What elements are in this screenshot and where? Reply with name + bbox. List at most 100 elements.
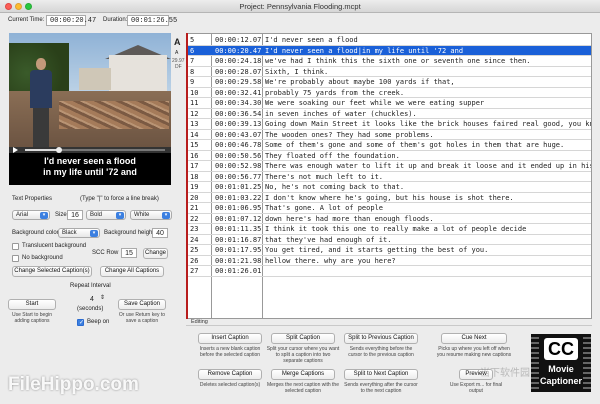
caption-text[interactable]: You get tired, and it starts getting the…	[265, 245, 488, 255]
caption-time[interactable]: 00:00:46.78	[215, 140, 261, 150]
table-row[interactable]: 13 00:00:39.13 Going down Main Street it l…	[187, 119, 591, 130]
caption-time[interactable]: 00:01:21.98	[215, 256, 261, 266]
table-row[interactable]: 10 00:00:32.41 probably 75 yards from the …	[187, 88, 591, 98]
caption-text[interactable]: That's gone. A lot of people	[265, 203, 383, 213]
caption-text[interactable]: I'd never seen a flood|in my life until …	[265, 46, 463, 56]
table-row[interactable]: 18 00:00:56.77 There's not much left to it…	[187, 172, 591, 182]
table-row[interactable]: 25 00:01:17.95 You get tired, and it start…	[187, 245, 591, 256]
table-row[interactable]: 27 00:01:26.01	[187, 266, 591, 277]
size-field[interactable]: 16	[67, 210, 83, 220]
caption-text[interactable]: hellow there. why are you here?	[265, 256, 396, 266]
merge-captions-button[interactable]: Merge Captions	[271, 369, 335, 380]
caption-time[interactable]: 00:00:34.30	[215, 98, 261, 108]
table-row[interactable]: 21 00:01:06.95 That's gone. A lot of peopl…	[187, 203, 591, 214]
caption-text[interactable]: I think it took this one to really make …	[265, 224, 526, 234]
table-row[interactable]: 9 00:00:29.58 We're probably about maybe 1…	[187, 77, 591, 88]
caption-text[interactable]: in seven inches of water (chuckles).	[265, 109, 417, 119]
repeat-stepper-icon[interactable]: ⇕	[100, 294, 105, 301]
table-row[interactable]: 17 00:00:52.98 There was enough water to l…	[187, 161, 591, 172]
caption-text[interactable]: The wooden ones? They had some problems.	[265, 130, 434, 140]
bg-height-field[interactable]: 40	[152, 228, 168, 238]
table-row[interactable]: 8 00:00:28.07 Sixth, I think.	[187, 67, 591, 77]
table-row[interactable]: 15 00:00:46.78 Some of them's gone and som…	[187, 140, 591, 151]
caption-time[interactable]: 00:00:12.07	[215, 35, 261, 45]
caption-text[interactable]: I don't know where he's going, but his h…	[265, 193, 514, 203]
caption-time[interactable]: 00:00:52.98	[215, 161, 261, 171]
split-previous-button[interactable]: Split to Previous Caption	[344, 333, 418, 344]
caption-text[interactable]: down here's had more than enough floods.	[265, 214, 434, 224]
video-preview[interactable]	[9, 33, 171, 147]
table-row[interactable]: 14 00:00:43.07 The wooden ones? They had s…	[187, 130, 591, 140]
caption-time[interactable]: 00:00:39.13	[215, 119, 261, 129]
insert-caption-button[interactable]: Insert Caption	[198, 333, 262, 344]
table-row[interactable]: 23 00:01:11.35 I think it took this one to…	[187, 224, 591, 235]
table-row[interactable]: 11 00:00:34.30 We were soaking our feet wh…	[187, 98, 591, 109]
caption-time[interactable]: 00:01:01.25	[215, 182, 261, 192]
table-row[interactable]: 16 00:00:50.56 They floated off the founda…	[187, 151, 591, 161]
caption-text[interactable]: Going down Main Street it looks like the…	[265, 119, 591, 129]
change-button[interactable]: Change	[143, 248, 168, 259]
caption-text[interactable]: probably 75 yards from the creek.	[265, 88, 404, 98]
caption-time[interactable]: 00:00:32.41	[215, 88, 261, 98]
caption-time[interactable]: 00:00:29.58	[215, 77, 261, 87]
decrease-text-icon[interactable]: A	[175, 50, 178, 56]
table-row[interactable]: 20 00:01:03.22 I don't know where he's goi…	[187, 193, 591, 203]
caption-time[interactable]: 00:01:06.95	[215, 203, 261, 213]
caption-text[interactable]: There was enough water to lift it up and…	[265, 161, 591, 171]
captions-table[interactable]: 5 00:00:12.07 I'd never seen a flood 6 00:00…	[186, 33, 592, 319]
remove-caption-button[interactable]: Remove Caption	[198, 369, 262, 380]
table-row[interactable]: 6 00:00:20.47 I'd never seen a flood|in my…	[187, 45, 591, 56]
text-color-select[interactable]: White ▾	[130, 210, 172, 220]
caption-text[interactable]: We're probably about maybe 100 yards if …	[265, 77, 455, 87]
caption-text[interactable]: we've had I think this the sixth one or …	[265, 56, 531, 66]
caption-text[interactable]: They floated off the foundation.	[265, 151, 400, 161]
change-all-button[interactable]: Change All Captions	[100, 266, 164, 277]
caption-time[interactable]: 00:01:11.35	[215, 224, 261, 234]
caption-text[interactable]: I'd never seen a flood	[265, 35, 358, 45]
beep-on-checkbox[interactable]	[77, 319, 84, 326]
caption-time[interactable]: 00:01:16.87	[215, 235, 261, 245]
logo-line-2: Captioner	[539, 376, 582, 386]
no-background-checkbox[interactable]	[12, 255, 19, 262]
table-row[interactable]: 24 00:01:16.87 that they've had enough of …	[187, 235, 591, 245]
line-break-hint: (Type "|" to force a line break)	[80, 196, 159, 202]
caption-text[interactable]: Some of them's gone and some of them's g…	[265, 140, 564, 150]
caption-time[interactable]: 00:00:43.07	[215, 130, 261, 140]
title-bar: Project: Pennsylvania Flooding.mcpt	[0, 0, 600, 13]
table-row[interactable]: 19 00:01:01.25 No, he's not coming back to…	[187, 182, 591, 193]
change-selected-button[interactable]: Change Selected Caption(s)	[12, 266, 92, 277]
caption-text[interactable]: There's not much left to it.	[265, 172, 383, 182]
start-button[interactable]: Start	[8, 299, 56, 310]
table-row[interactable]: 12 00:00:36.54 in seven inches of water (c…	[187, 109, 591, 119]
caption-time[interactable]: 00:01:07.12	[215, 214, 261, 224]
translucent-checkbox[interactable]	[12, 243, 19, 250]
caption-time[interactable]: 00:00:50.56	[215, 151, 261, 161]
caption-text[interactable]: Sixth, I think.	[265, 67, 328, 77]
split-next-button[interactable]: Split to Next Caption	[344, 369, 418, 380]
save-caption-button[interactable]: Save Caption	[118, 299, 166, 310]
table-row[interactable]: 7 00:00:24.18 we've had I think this the s…	[187, 56, 591, 67]
caption-time[interactable]: 00:00:36.54	[215, 109, 261, 119]
caption-time[interactable]: 00:00:28.07	[215, 67, 261, 77]
caption-time[interactable]: 00:01:26.01	[215, 266, 261, 276]
table-row[interactable]: 22 00:01:07.12 down here's had more than …	[187, 214, 591, 224]
caption-time[interactable]: 00:01:17.95	[215, 245, 261, 255]
scc-row-field[interactable]: 15	[121, 248, 137, 258]
caption-text[interactable]: No, he's not coming back to that.	[265, 182, 404, 192]
table-row[interactable]: 5 00:00:12.07 I'd never seen a flood	[187, 35, 591, 46]
bg-color-select[interactable]: Black ▾	[58, 228, 100, 238]
font-select[interactable]: Arial ▾	[12, 210, 50, 220]
beep-on-label: Beep on	[87, 319, 110, 325]
caption-time[interactable]: 00:00:20.47	[215, 46, 261, 56]
repeat-interval-value[interactable]: 4	[86, 295, 98, 305]
cue-next-button[interactable]: Cue Next	[441, 333, 507, 344]
increase-text-icon[interactable]: A	[174, 37, 181, 47]
caption-time[interactable]: 00:00:24.18	[215, 56, 261, 66]
weight-select[interactable]: Bold ▾	[86, 210, 126, 220]
caption-text[interactable]: We were soaking our feet while we were e…	[265, 98, 484, 108]
caption-text[interactable]: that they've had enough of it.	[265, 235, 391, 245]
split-caption-button[interactable]: Split Caption	[271, 333, 335, 344]
caption-time[interactable]: 00:00:56.77	[215, 172, 261, 182]
table-row[interactable]: 26 00:01:21.98 hellow there. why are you h…	[187, 256, 591, 266]
caption-time[interactable]: 00:01:03.22	[215, 193, 261, 203]
